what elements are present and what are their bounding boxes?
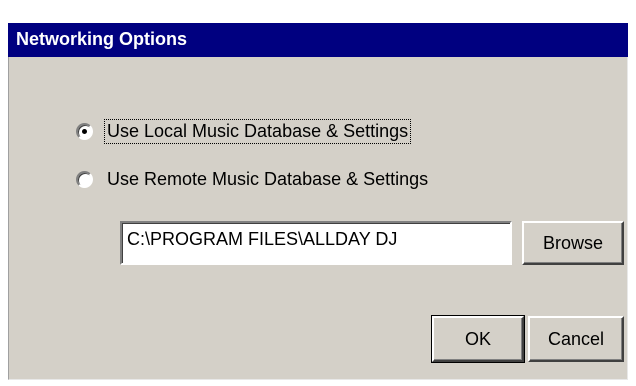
cancel-button[interactable]: Cancel	[528, 316, 624, 362]
option-remote[interactable]: Use Remote Music Database & Settings	[76, 165, 430, 193]
radio-selected-dot	[82, 128, 87, 134]
dialog-title: Networking Options	[16, 29, 187, 49]
database-path-input[interactable]: C:\PROGRAM FILES\ALLDAY DJ	[120, 221, 512, 265]
browse-button[interactable]: Browse	[522, 221, 624, 265]
title-bar[interactable]: Networking Options	[8, 23, 628, 57]
local-radio-button[interactable]	[76, 122, 93, 140]
ok-button[interactable]: OK	[431, 315, 525, 363]
remote-radio-button[interactable]	[76, 170, 93, 188]
local-option-label[interactable]: Use Local Music Database & Settings	[103, 118, 412, 144]
option-local[interactable]: Use Local Music Database & Settings	[76, 117, 412, 145]
remote-option-label[interactable]: Use Remote Music Database & Settings	[105, 168, 430, 191]
